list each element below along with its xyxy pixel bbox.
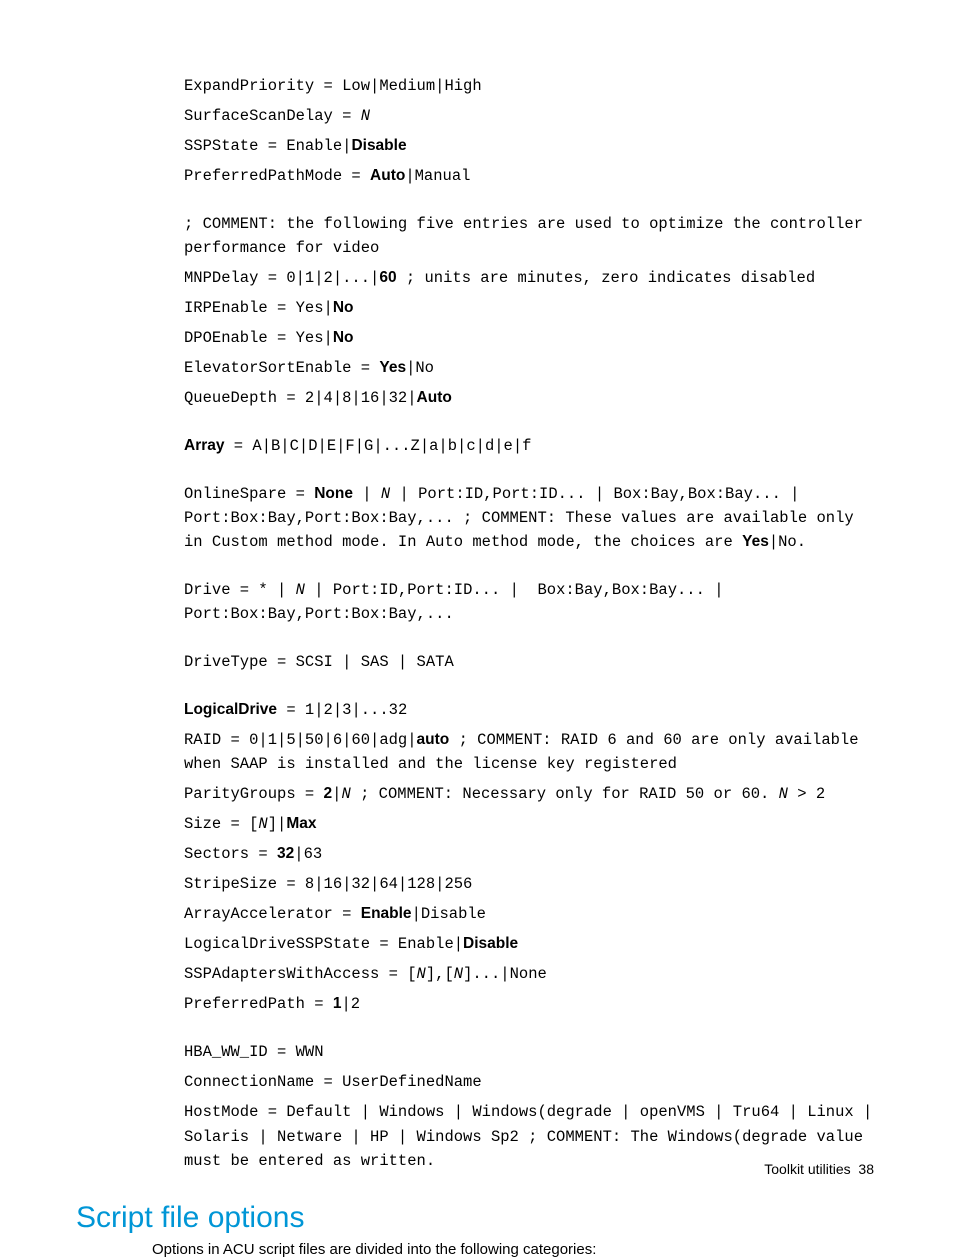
text: Drive = * | [184, 581, 296, 599]
text: ]| [268, 815, 287, 833]
code-line: OnlineSpare = None | N | Port:ID,Port:ID… [184, 482, 874, 554]
footer-page: 38 [858, 1161, 874, 1177]
text: DPOEnable = Yes| [184, 329, 333, 347]
code-line: Size = [N]|Max [184, 812, 874, 836]
bold-default: Max [286, 815, 316, 832]
text: Size = [ [184, 815, 258, 833]
text: ParityGroups = [184, 785, 324, 803]
code-line: DriveType = SCSI | SAS | SATA [184, 650, 874, 674]
italic-var: N [381, 485, 390, 503]
section-heading: Script file options [76, 1201, 874, 1235]
text: QueueDepth = 2|4|8|16|32| [184, 389, 417, 407]
document-content: ExpandPriority = Low|Medium|High Surface… [0, 0, 954, 1258]
code-line: SSPAdaptersWithAccess = [N],[N]...|None [184, 962, 874, 986]
code-line: ; COMMENT: the following five entries ar… [184, 212, 874, 260]
text: |63 [294, 845, 322, 863]
code-line: ParityGroups = 2|N ; COMMENT: Necessary … [184, 782, 874, 806]
code-line: HBA_WW_ID = WWN [184, 1040, 874, 1064]
bold-default: Enable [361, 905, 412, 922]
code-line: SurfaceScanDelay = N [184, 104, 874, 128]
text: | [353, 485, 381, 503]
text: |No [406, 359, 434, 377]
code-line: IRPEnable = Yes|No [184, 296, 874, 320]
text: PreferredPath = [184, 995, 333, 1013]
text: = 1|2|3|...32 [277, 701, 407, 719]
code-line: ArrayAccelerator = Enable|Disable [184, 902, 874, 926]
code-line: LogicalDriveSSPState = Enable|Disable [184, 932, 874, 956]
code-line: PreferredPathMode = Auto|Manual [184, 164, 874, 188]
text: PreferredPathMode = [184, 167, 370, 185]
text: RAID = 0|1|5|50|6|60|adg| [184, 731, 417, 749]
code-line: Sectors = 32|63 [184, 842, 874, 866]
text: SSPState = Enable| [184, 137, 351, 155]
text: HBA_WW_ID = WWN [184, 1043, 324, 1061]
code-line: LogicalDrive = 1|2|3|...32 [184, 698, 874, 722]
text: ; COMMENT: Necessary only for RAID 50 or… [351, 785, 779, 803]
text: StripeSize = 8|16|32|64|128|256 [184, 875, 472, 893]
text: = A|B|C|D|E|F|G|...Z|a|b|c|d|e|f [225, 437, 532, 455]
text: Sectors = [184, 845, 277, 863]
italic-var: N [258, 815, 267, 833]
code-line: RAID = 0|1|5|50|6|60|adg|auto ; COMMENT:… [184, 728, 874, 776]
italic-var: N [779, 785, 788, 803]
text: ; COMMENT: the following five entries ar… [184, 215, 872, 257]
text: HostMode = Default | Windows | Windows(d… [184, 1103, 882, 1169]
bold-default: None [314, 485, 353, 502]
text: > 2 [788, 785, 825, 803]
text: ConnectionName = UserDefinedName [184, 1073, 482, 1091]
bold-default: No [333, 329, 354, 346]
page-footer: Toolkit utilities 38 [764, 1161, 874, 1177]
code-line: ExpandPriority = Low|Medium|High [184, 74, 874, 98]
code-line: ConnectionName = UserDefinedName [184, 1070, 874, 1094]
text: ElevatorSortEnable = [184, 359, 379, 377]
text: IRPEnable = Yes| [184, 299, 333, 317]
code-line: MNPDelay = 0|1|2|...|60 ; units are minu… [184, 266, 874, 290]
bold-keyword: Array [184, 437, 225, 454]
bold-default: 60 [379, 269, 396, 286]
italic-var: N [417, 965, 426, 983]
text: ; units are minutes, zero indicates disa… [397, 269, 816, 287]
bold-default: Auto [417, 389, 452, 406]
code-line: PreferredPath = 1|2 [184, 992, 874, 1016]
text: ArrayAccelerator = [184, 905, 361, 923]
text: MNPDelay = 0|1|2|...| [184, 269, 379, 287]
footer-label: Toolkit utilities [764, 1161, 850, 1177]
bold-default: Yes [742, 533, 769, 550]
bold-default: No [333, 299, 354, 316]
code-line: ElevatorSortEnable = Yes|No [184, 356, 874, 380]
text: OnlineSpare = [184, 485, 314, 503]
text: |Manual [405, 167, 470, 185]
text: LogicalDriveSSPState = Enable| [184, 935, 463, 953]
text: DriveType = SCSI | SAS | SATA [184, 653, 454, 671]
text: ExpandPriority = Low|Medium|High [184, 77, 482, 95]
bold-default: Yes [379, 359, 406, 376]
bold-default: auto [417, 731, 450, 748]
italic-var: N [361, 107, 370, 125]
bold-default: 2 [324, 785, 333, 802]
code-line: Drive = * | N | Port:ID,Port:ID... | Box… [184, 578, 874, 626]
bold-default: Auto [370, 167, 405, 184]
code-line: StripeSize = 8|16|32|64|128|256 [184, 872, 874, 896]
bold-default: Disable [463, 935, 518, 952]
italic-var: N [296, 581, 305, 599]
italic-var: N [454, 965, 463, 983]
code-line: SSPState = Enable|Disable [184, 134, 874, 158]
text: ],[ [426, 965, 454, 983]
text: SSPAdaptersWithAccess = [ [184, 965, 417, 983]
text: ]...|None [463, 965, 547, 983]
code-line: DPOEnable = Yes|No [184, 326, 874, 350]
text: |2 [341, 995, 360, 1013]
italic-var: N [341, 785, 350, 803]
text: |Disable [412, 905, 486, 923]
text: |No. [769, 533, 806, 551]
code-line: QueueDepth = 2|4|8|16|32|Auto [184, 386, 874, 410]
bold-default: Disable [351, 137, 406, 154]
bold-keyword: LogicalDrive [184, 701, 277, 718]
body-paragraph: Options in ACU script files are divided … [152, 1241, 874, 1258]
bold-default: 32 [277, 845, 294, 862]
text: SurfaceScanDelay = [184, 107, 361, 125]
code-line: Array = A|B|C|D|E|F|G|...Z|a|b|c|d|e|f [184, 434, 874, 458]
